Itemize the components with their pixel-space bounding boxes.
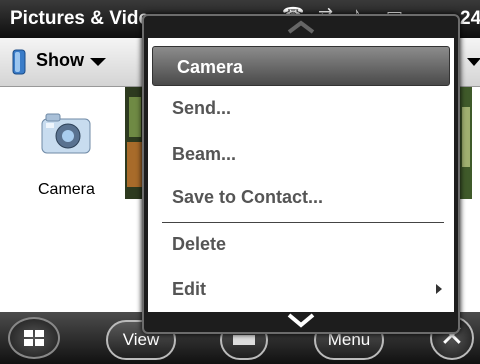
- menu-item-send[interactable]: Send...: [148, 88, 454, 128]
- scroll-down-icon[interactable]: [286, 312, 316, 328]
- chevron-right-icon: [436, 284, 442, 294]
- camera-icon: [41, 113, 91, 154]
- menu-item-save-to-contact[interactable]: Save to Contact...: [148, 177, 454, 217]
- folder-icon: [12, 49, 26, 75]
- app-title: Pictures & Videos: [10, 8, 150, 29]
- chevron-down-icon: [90, 58, 106, 66]
- menu-item-label: Delete: [172, 234, 227, 254]
- show-label: Show: [36, 50, 84, 70]
- menu-separator: [162, 222, 444, 223]
- chevron-down-icon[interactable]: [467, 58, 480, 66]
- camera-label: Camera: [38, 181, 95, 198]
- menu-item-delete[interactable]: Delete: [148, 224, 454, 264]
- keyboard-icon: [233, 335, 255, 345]
- menu-item-label: Send...: [172, 98, 232, 118]
- menu-item-beam[interactable]: Beam...: [148, 134, 454, 174]
- start-button[interactable]: [8, 317, 60, 359]
- show-button[interactable]: Show: [10, 44, 120, 80]
- menu-item-label: Edit: [172, 279, 206, 299]
- menu-item-label: Camera: [177, 57, 244, 77]
- menu-item-camera[interactable]: Camera: [152, 46, 450, 86]
- menu-item-edit[interactable]: Edit: [148, 269, 454, 309]
- menu-item-label: Save to Contact...: [172, 187, 324, 207]
- windows-logo-icon: [24, 330, 44, 346]
- menu-list: Camera Send... Beam... Save to Contact..…: [148, 38, 454, 312]
- scroll-up-icon[interactable]: [286, 20, 316, 34]
- photo-thumbnail[interactable]: [460, 87, 472, 199]
- clock[interactable]: 24: [460, 8, 480, 30]
- context-menu: Camera Send... Beam... Save to Contact..…: [142, 14, 460, 334]
- menu-item-label: Beam...: [172, 144, 237, 164]
